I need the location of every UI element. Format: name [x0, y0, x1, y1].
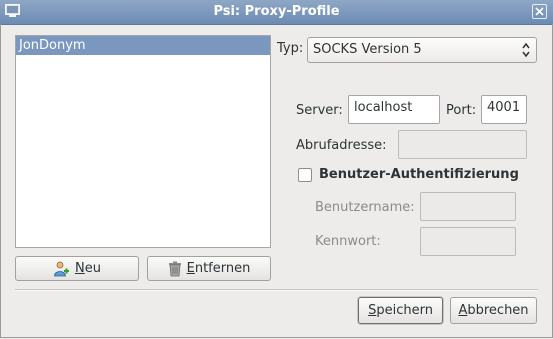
fetch-url-input[interactable] [398, 130, 527, 159]
new-profile-label: Neu [75, 261, 101, 276]
server-label: Server: [296, 103, 343, 118]
port-label: Port: [446, 103, 477, 118]
window-title: Psi: Proxy-Profile [213, 4, 340, 19]
separator [15, 289, 538, 291]
username-input[interactable] [420, 192, 516, 221]
password-label: Kennwort: [315, 234, 381, 249]
save-button-label: Speichern [368, 303, 433, 318]
username-label: Benutzername: [315, 200, 415, 215]
remove-profile-button[interactable]: Entfernen [147, 256, 271, 281]
trash-icon [168, 261, 181, 276]
close-button[interactable] [532, 4, 547, 19]
cancel-button-label: Abbrechen [458, 303, 529, 318]
type-label: Typ: [277, 41, 304, 56]
auth-checkbox[interactable] [298, 168, 312, 182]
new-profile-button[interactable]: Neu [15, 256, 139, 281]
password-input[interactable] [420, 227, 516, 256]
list-item-label: JonDonym [19, 38, 86, 53]
proxy-type-value: SOCKS Version 5 [313, 42, 422, 57]
cancel-button[interactable]: Abbrechen [450, 297, 537, 324]
server-input[interactable]: localhost [348, 95, 440, 124]
title-bar[interactable]: Psi: Proxy-Profile [0, 0, 553, 25]
proxy-type-select[interactable]: SOCKS Version 5 [307, 37, 537, 63]
auth-checkbox-label[interactable]: Benutzer-Authentifizierung [319, 167, 519, 182]
port-input[interactable]: 4001 [481, 95, 527, 124]
remove-profile-label: Entfernen [186, 261, 251, 276]
list-item[interactable]: JonDonym [16, 36, 270, 55]
add-user-icon [54, 261, 69, 276]
close-icon [535, 7, 544, 16]
updown-arrows-icon [522, 42, 530, 58]
fetch-url-label: Abrufadresse: [296, 138, 387, 153]
save-button[interactable]: Speichern [358, 297, 443, 324]
profile-list[interactable]: JonDonym [15, 35, 271, 248]
